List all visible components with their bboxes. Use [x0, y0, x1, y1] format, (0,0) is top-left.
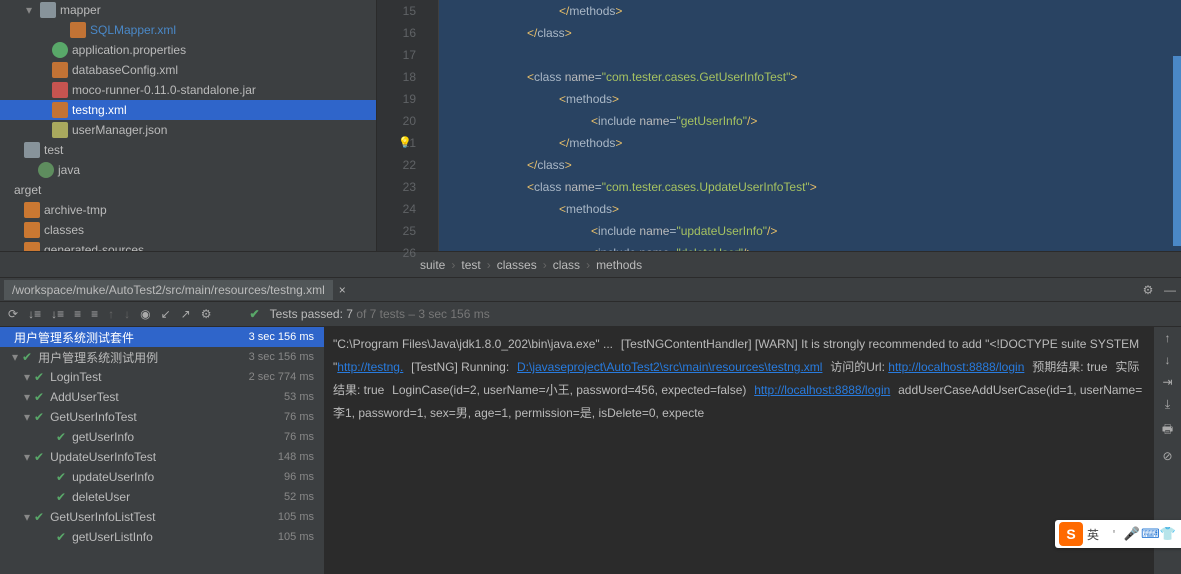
url-link-2[interactable]: http://localhost:8888/login — [754, 383, 890, 397]
close-tab-icon[interactable]: × — [333, 283, 352, 297]
tree-item[interactable]: SQLMapper.xml — [0, 20, 376, 40]
history-icon[interactable]: ⟳ — [8, 307, 18, 321]
check-icon: ✔ — [34, 390, 44, 404]
tree-item[interactable]: application.properties — [0, 40, 376, 60]
watch-icon[interactable]: ◉ — [140, 307, 150, 321]
running-file-link[interactable]: D:\javaseproject\AutoTest2\src\main\reso… — [517, 360, 822, 374]
folder-icon — [40, 2, 56, 18]
check-icon: ✔ — [22, 350, 32, 364]
tree-item[interactable]: moco-runner-0.11.0-standalone.jar — [0, 80, 376, 100]
gen-icon — [24, 242, 40, 251]
tree-item[interactable]: arget — [0, 180, 376, 200]
breadcrumb-item[interactable]: test — [461, 258, 480, 272]
gen-icon — [24, 202, 40, 218]
test-suite-header[interactable]: 用户管理系统测试套件3 sec 156 ms — [0, 327, 324, 347]
tree-item[interactable]: archive-tmp — [0, 200, 376, 220]
check-icon: ✔ — [56, 430, 66, 444]
xml-icon — [52, 62, 68, 78]
test-row[interactable]: ▾✔UpdateUserInfoTest148 ms — [0, 447, 324, 467]
breadcrumb-item[interactable]: suite — [420, 258, 445, 272]
ime-skin-icon[interactable]: 👕 — [1159, 526, 1177, 542]
scroll-icon[interactable]: ⤓ — [1165, 397, 1170, 412]
test-row[interactable]: ✔deleteUser52 ms — [0, 487, 324, 507]
check-icon: ✔ — [56, 490, 66, 504]
tree-item[interactable]: generated-sources — [0, 240, 376, 251]
test-row[interactable]: ✔getUserInfo76 ms — [0, 427, 324, 447]
test-row[interactable]: ▾✔用户管理系统测试用例3 sec 156 ms — [0, 347, 324, 367]
test-tree[interactable]: 用户管理系统测试套件3 sec 156 ms ▾✔用户管理系统测试用例3 sec… — [0, 327, 325, 574]
intention-bulb-icon[interactable]: 💡 — [398, 132, 412, 154]
collapse-icon[interactable]: ≡ — [91, 307, 98, 321]
check-icon: ✔ — [56, 470, 66, 484]
export-icon[interactable]: ↗ — [181, 307, 191, 321]
editor-marker-bar — [1173, 56, 1181, 246]
pkg-icon — [38, 162, 54, 178]
editor-breadcrumb[interactable]: suite›test›classes›class›methods — [0, 251, 1181, 277]
doctype-link[interactable]: http://testng. — [337, 360, 403, 374]
tree-item[interactable]: classes — [0, 220, 376, 240]
breadcrumb-item[interactable]: classes — [497, 258, 537, 272]
sogou-logo-icon: S — [1059, 522, 1083, 546]
ime-menu-icon[interactable]: ▦ — [1177, 526, 1181, 542]
editor-gutter: 15161718192021💡2223242526 — [377, 0, 439, 251]
jar-icon — [52, 82, 68, 98]
xml-icon — [52, 102, 68, 118]
tree-item[interactable]: testng.xml — [0, 100, 376, 120]
breadcrumb-item[interactable]: methods — [596, 258, 642, 272]
project-tree[interactable]: ▾mapperSQLMapper.xmlapplication.properti… — [0, 0, 377, 251]
breadcrumb-item[interactable]: class — [553, 258, 580, 272]
code-editor[interactable]: 15161718192021💡2223242526 </methods></cl… — [377, 0, 1181, 251]
run-panel-tabbar: /workspace/muke/AutoTest2/src/main/resou… — [0, 277, 1181, 302]
check-icon: ✔ — [56, 530, 66, 544]
json-icon — [52, 122, 68, 138]
tree-item[interactable]: databaseConfig.xml — [0, 60, 376, 80]
print-icon[interactable]: 🖶 — [1162, 420, 1173, 441]
tree-item[interactable]: test — [0, 140, 376, 160]
down-icon[interactable]: ↓ — [1165, 353, 1171, 367]
tests-passed-label: Tests passed: 7 of 7 tests – 3 sec 156 m… — [270, 307, 490, 321]
test-row[interactable]: ▾✔LoginTest2 sec 774 ms — [0, 367, 324, 387]
clear-icon[interactable]: ⊘ — [1162, 449, 1172, 463]
settings-icon[interactable]: ⚙ — [1137, 283, 1159, 297]
tree-item[interactable]: ▾mapper — [0, 0, 376, 20]
test-row[interactable]: ▾✔AddUserTest53 ms — [0, 387, 324, 407]
ime-comma-icon[interactable]: ' — [1105, 527, 1123, 542]
ime-toolbar[interactable]: S 英 ' 🎤 ⌨ 👕 ▦ — [1055, 520, 1181, 548]
check-icon: ✔ — [34, 410, 44, 424]
url-link[interactable]: http://localhost:8888/login — [888, 360, 1024, 374]
check-icon: ✔ — [34, 510, 44, 524]
test-row[interactable]: ✔getUserListInfo105 ms — [0, 527, 324, 547]
sort-icon[interactable]: ↓≡ — [28, 307, 41, 321]
check-icon: ✔ — [34, 450, 44, 464]
run-tab[interactable]: /workspace/muke/AutoTest2/src/main/resou… — [4, 280, 333, 300]
test-toolbar: ⟳ ↓≡ ↓≡ ≡ ≡ ↑ ↓ ◉ ↙ ↗ ⚙ ✔ Tests passed: … — [0, 302, 1181, 327]
ime-keyboard-icon[interactable]: ⌨ — [1141, 526, 1159, 542]
gear-icon[interactable]: ⚙ — [201, 307, 212, 321]
up-icon[interactable]: ↑ — [1165, 331, 1171, 345]
test-row[interactable]: ▾✔GetUserInfoListTest105 ms — [0, 507, 324, 527]
xml-icon — [70, 22, 86, 38]
expand-icon[interactable]: ≡ — [74, 307, 81, 321]
editor-code[interactable]: </methods></class> <class name="com.test… — [439, 0, 1181, 251]
filter-icon[interactable]: ↓≡ — [51, 307, 64, 321]
tree-item[interactable]: userManager.json — [0, 120, 376, 140]
ime-lang[interactable]: 英 — [1087, 526, 1099, 543]
console-output[interactable]: "C:\Program Files\Java\jdk1.8.0_202\bin\… — [325, 327, 1153, 574]
prop-icon — [52, 42, 68, 58]
test-row[interactable]: ▾✔GetUserInfoTest76 ms — [0, 407, 324, 427]
wrap-icon[interactable]: ⇥ — [1162, 375, 1172, 389]
import-icon[interactable]: ↙ — [161, 307, 171, 321]
prev-icon[interactable]: ↑ — [108, 307, 114, 321]
ime-mic-icon[interactable]: 🎤 — [1123, 526, 1141, 542]
test-row[interactable]: ✔updateUserInfo96 ms — [0, 467, 324, 487]
tree-item[interactable]: java — [0, 160, 376, 180]
next-icon[interactable]: ↓ — [124, 307, 130, 321]
minimize-icon[interactable]: — — [1159, 283, 1181, 297]
passed-icon: ✔ — [250, 307, 260, 321]
check-icon: ✔ — [34, 370, 44, 384]
gen-icon — [24, 222, 40, 238]
folder-icon — [24, 142, 40, 158]
